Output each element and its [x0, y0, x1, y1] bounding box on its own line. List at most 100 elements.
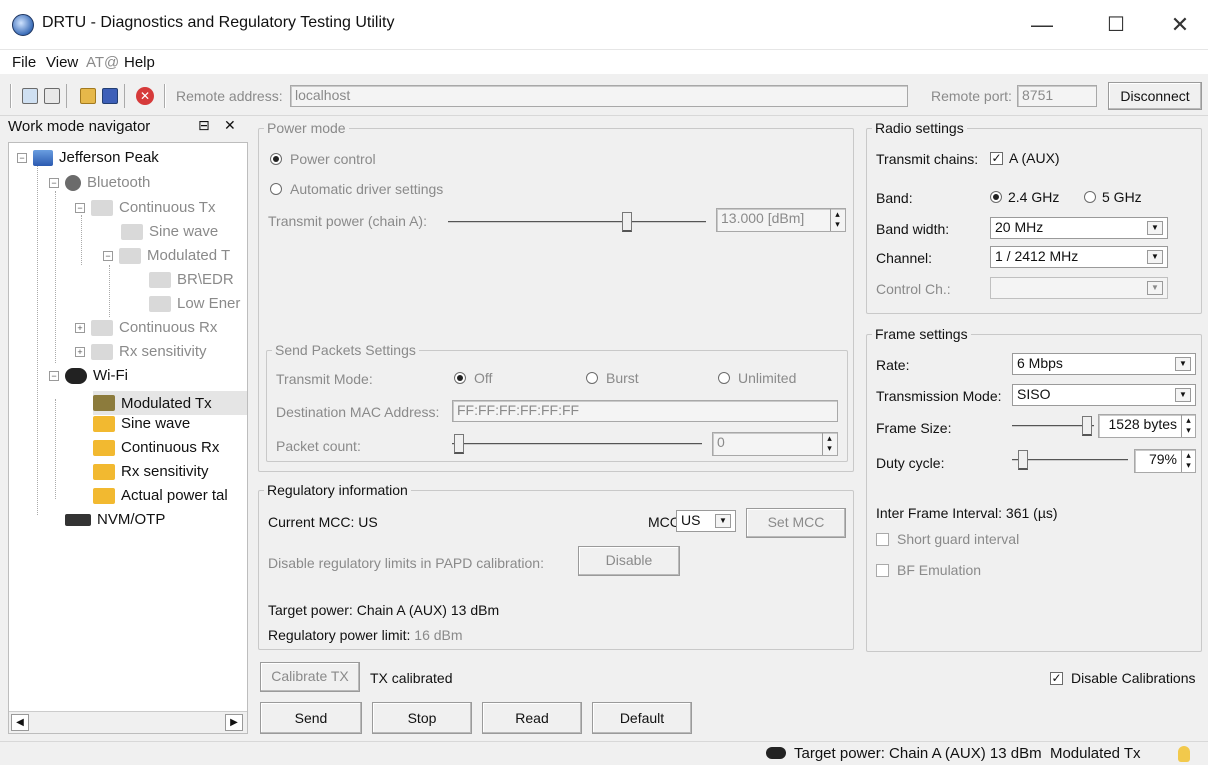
- pin-icon[interactable]: ⊟: [198, 117, 210, 134]
- slider-thumb[interactable]: [1018, 450, 1028, 470]
- tree-label: Low Ener: [177, 295, 241, 312]
- collapse-icon[interactable]: −: [17, 152, 27, 163]
- band-24-radio[interactable]: 2.4 GHz: [990, 189, 1059, 205]
- chain-a-checkbox[interactable]: ✓ A (AUX): [990, 150, 1060, 166]
- tree-item-actual-power-table[interactable]: Actual power tal: [93, 487, 228, 504]
- tree-item-sine-wave-bt[interactable]: Sine wave: [121, 223, 218, 240]
- chevron-down-icon[interactable]: ▼: [1175, 357, 1191, 371]
- tree-item-bluetooth[interactable]: − Bluetooth: [49, 174, 150, 191]
- reg-limit-caption: Regulatory power limit:: [268, 627, 411, 643]
- channel-select[interactable]: 1 / 2412 MHz ▼: [990, 246, 1168, 268]
- chevron-down-icon[interactable]: ▼: [1147, 281, 1163, 295]
- band-5-radio[interactable]: 5 GHz: [1084, 189, 1142, 205]
- tree-item-continuous-rx-wifi[interactable]: Continuous Rx: [93, 439, 219, 456]
- scroll-left-icon[interactable]: ◀: [11, 714, 29, 731]
- tree-item-continuous-rx-bt[interactable]: + Continuous Rx: [75, 319, 217, 336]
- folder-icon: [93, 395, 115, 411]
- slider-thumb[interactable]: [1082, 416, 1092, 436]
- disable-calibrations-checkbox[interactable]: ✓ Disable Calibrations: [1050, 670, 1196, 686]
- horizontal-scrollbar[interactable]: ◀ ▶: [9, 711, 247, 733]
- folder-icon: [93, 463, 115, 480]
- packet-count-slider[interactable]: [452, 432, 702, 456]
- navigator-close-icon[interactable]: ✕: [224, 117, 236, 134]
- spinner-icon[interactable]: ▴ ▾: [1181, 450, 1195, 472]
- tree-item-continuous-tx[interactable]: − Continuous Tx: [75, 199, 215, 216]
- chevron-down-icon[interactable]: ▼: [1147, 221, 1163, 235]
- frame-size-slider[interactable]: [1012, 414, 1094, 438]
- folder-icon: [93, 415, 115, 432]
- tx-mode-select[interactable]: SISO ▼: [1012, 384, 1196, 406]
- status-text: Target power: Chain A (AUX) 13 dBm Modul…: [794, 745, 1141, 762]
- stop-button[interactable]: Stop: [372, 702, 472, 734]
- menu-view[interactable]: View: [46, 54, 78, 71]
- mode-off-radio[interactable]: Off: [454, 370, 492, 386]
- chevron-down-icon[interactable]: ▼: [1175, 388, 1191, 402]
- maximize-button[interactable]: ☐: [1094, 8, 1138, 42]
- tree-label: Rx sensitivity: [119, 343, 207, 360]
- short-guard-checkbox[interactable]: Short guard interval: [876, 531, 1019, 547]
- print-icon[interactable]: [44, 88, 60, 104]
- tree-item-modulated-t[interactable]: − Modulated T: [103, 247, 230, 264]
- disable-button[interactable]: Disable: [578, 546, 680, 576]
- rate-select[interactable]: 6 Mbps ▼: [1012, 353, 1196, 375]
- tree-item-wifi[interactable]: − Wi-Fi: [49, 367, 128, 384]
- mode-burst-radio[interactable]: Burst: [586, 370, 639, 386]
- open-icon[interactable]: [80, 88, 96, 104]
- transmit-power-label: Transmit power (chain A):: [268, 213, 427, 229]
- control-ch-select[interactable]: ▼: [990, 277, 1168, 299]
- tree-line: [81, 215, 82, 265]
- collapse-icon[interactable]: −: [49, 177, 59, 188]
- slider-thumb[interactable]: [454, 434, 464, 454]
- collapse-icon[interactable]: −: [103, 250, 113, 261]
- tree-item-low-energy[interactable]: Low Ener: [149, 295, 240, 312]
- send-button[interactable]: Send: [260, 702, 362, 734]
- menu-at[interactable]: AT@: [86, 54, 119, 71]
- expand-icon[interactable]: +: [75, 322, 85, 333]
- tree-item-sine-wave-wifi[interactable]: Sine wave: [93, 415, 190, 432]
- tree-item-rx-sensitivity-bt[interactable]: + Rx sensitivity: [75, 343, 207, 360]
- packet-count-input[interactable]: 0: [712, 432, 838, 456]
- tree-item-nvm-otp[interactable]: NVM/OTP: [65, 511, 165, 528]
- mode-off-label: Off: [474, 370, 493, 386]
- remote-address-input[interactable]: localhost: [290, 85, 908, 107]
- duty-cycle-slider[interactable]: [1012, 448, 1128, 472]
- tree-item-br-edr[interactable]: BR\EDR: [149, 271, 234, 288]
- auto-driver-radio[interactable]: Automatic driver settings: [270, 181, 443, 197]
- default-button[interactable]: Default: [592, 702, 692, 734]
- close-button[interactable]: ✕: [1158, 8, 1202, 42]
- console-icon[interactable]: [22, 88, 38, 104]
- spinner-icon[interactable]: ▴ ▾: [830, 209, 844, 231]
- transmit-power-slider[interactable]: [448, 210, 706, 234]
- mode-unlimited-radio[interactable]: Unlimited: [718, 370, 796, 386]
- dest-mac-input[interactable]: FF:FF:FF:FF:FF:FF: [452, 400, 838, 422]
- tree-line: [109, 265, 110, 317]
- disconnect-button[interactable]: Disconnect: [1108, 82, 1202, 110]
- spinner-icon[interactable]: ▴ ▾: [822, 433, 836, 455]
- remote-port-input[interactable]: 8751: [1017, 85, 1097, 107]
- tree-item-jefferson-peak[interactable]: − Jefferson Peak: [17, 149, 159, 166]
- chevron-down-icon[interactable]: ▼: [715, 514, 731, 528]
- collapse-icon[interactable]: −: [75, 202, 85, 213]
- transmit-power-input[interactable]: 13.000 [dBm]: [716, 208, 846, 232]
- power-control-radio[interactable]: Power control: [270, 151, 376, 167]
- scroll-right-icon[interactable]: ▶: [225, 714, 243, 731]
- mcc-select[interactable]: US ▼: [676, 510, 736, 532]
- minimize-button[interactable]: —: [1020, 8, 1064, 42]
- slider-thumb[interactable]: [622, 212, 632, 232]
- collapse-icon[interactable]: −: [49, 370, 59, 381]
- save-icon[interactable]: [102, 88, 118, 104]
- dest-mac-label: Destination MAC Address:: [276, 404, 440, 420]
- expand-icon[interactable]: +: [75, 346, 85, 357]
- tree-item-rx-sensitivity-wifi[interactable]: Rx sensitivity: [93, 463, 209, 480]
- read-button[interactable]: Read: [482, 702, 582, 734]
- calibrate-tx-button[interactable]: Calibrate TX: [260, 662, 360, 692]
- set-mcc-button[interactable]: Set MCC: [746, 508, 846, 538]
- menu-file[interactable]: File: [12, 54, 36, 71]
- bandwidth-select[interactable]: 20 MHz ▼: [990, 217, 1168, 239]
- spinner-icon[interactable]: ▴ ▾: [1181, 415, 1195, 437]
- tree-item-modulated-tx[interactable]: Modulated Tx: [93, 391, 247, 415]
- chevron-down-icon[interactable]: ▼: [1147, 250, 1163, 264]
- bf-emulation-checkbox[interactable]: BF Emulation: [876, 562, 981, 578]
- menu-help[interactable]: Help: [124, 54, 155, 71]
- stop-icon[interactable]: ✕: [136, 87, 154, 105]
